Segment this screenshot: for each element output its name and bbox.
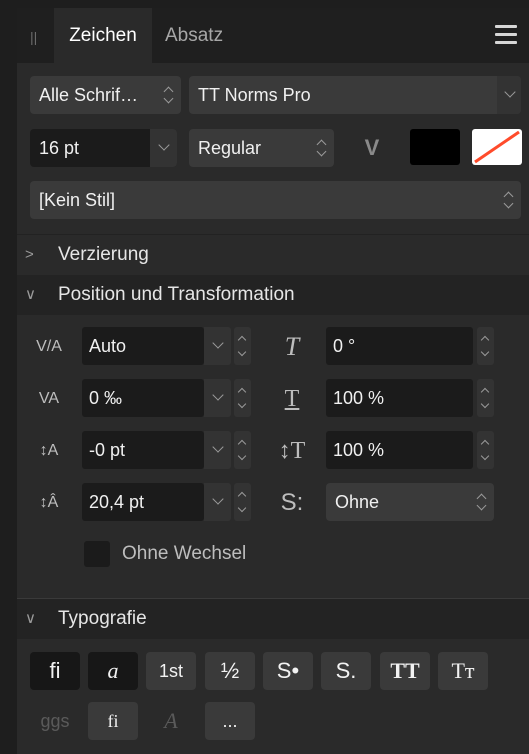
chevron-down-icon: ∨ (25, 286, 36, 303)
panel-menu-icon[interactable] (495, 25, 517, 45)
vertical-scale-stepper[interactable] (477, 431, 494, 469)
section-verzierung-label: Verzierung (58, 244, 149, 265)
swash-button[interactable]: A (146, 702, 196, 740)
section-verzierung[interactable]: > Verzierung (17, 234, 529, 275)
fractions-label: ½ (220, 658, 240, 683)
text-style-select[interactable]: [Kein Stil] (30, 181, 521, 219)
chevron-right-icon: > (25, 246, 34, 263)
section-typografie-label: Typografie (58, 608, 147, 629)
vertical-scale-value: 100 % (333, 440, 385, 460)
swash-label: A (164, 708, 178, 733)
chevron-down-icon (212, 337, 224, 349)
small-caps-button[interactable]: Tт (438, 652, 488, 690)
chevron-down-icon (212, 493, 224, 505)
kerning-stepper[interactable] (234, 327, 251, 365)
kerning-icon: V/A (36, 338, 62, 355)
ligatures-label: fi (49, 658, 61, 683)
leading-field[interactable]: 20,4 pt (82, 483, 204, 521)
font-size-value: 16 pt (39, 138, 80, 158)
baseline-shift-stepper[interactable] (234, 431, 251, 469)
spacing-select[interactable]: Ohne (326, 483, 494, 521)
font-collection-value: Alle Schrif… (39, 85, 139, 105)
baseline-shift-icon: ↕A (39, 442, 59, 459)
panel-grip-icon[interactable]: || (30, 28, 42, 46)
superscript-button[interactable]: S• (263, 652, 313, 690)
tab-bar: || Zeichen Absatz (17, 8, 529, 63)
shear-icon: T (284, 332, 300, 361)
no-color-icon (474, 130, 520, 164)
tracking-stepper[interactable] (234, 379, 251, 417)
updown-icon (476, 493, 486, 511)
tab-zeichen[interactable]: Zeichen (54, 8, 152, 63)
leading-stepper[interactable] (234, 483, 251, 521)
ligatures-button[interactable]: fi (30, 652, 80, 690)
contextual-alternates-button[interactable]: fi (88, 702, 138, 740)
font-style-value: Regular (198, 138, 262, 158)
baseline-shift-field[interactable]: -0 pt (82, 431, 204, 469)
stylistic-alternates-button[interactable]: ggs (30, 702, 80, 740)
more-options-button[interactable]: ... (205, 702, 255, 740)
updown-icon (316, 139, 326, 157)
font-collection-select[interactable]: Alle Schrif… (30, 76, 181, 114)
horizontal-scale-field[interactable]: 100 % (326, 379, 473, 417)
character-panel: || Zeichen Absatz Alle Schrif… TT Norms … (17, 8, 529, 754)
shear-stepper[interactable] (477, 327, 494, 365)
vertical-scale-field[interactable]: 100 % (326, 431, 473, 469)
horizontal-scale-stepper[interactable] (477, 379, 494, 417)
fractions-button[interactable]: ½ (205, 652, 255, 690)
tracking-icon: VA (38, 390, 60, 407)
kerning-dropdown[interactable] (204, 327, 231, 365)
all-caps-button[interactable]: TT (380, 652, 430, 690)
small-caps-label: Tт (451, 658, 475, 683)
discretionary-ligatures-button[interactable]: a (88, 652, 138, 690)
shear-field[interactable]: 0 ° (326, 327, 473, 365)
contextual-alternates-label: fi (107, 711, 119, 731)
horizontal-scale-value: 100 % (333, 388, 385, 408)
all-caps-label: TT (390, 658, 420, 683)
tracking-value: 0 ‰ (89, 388, 123, 408)
tab-absatz[interactable]: Absatz (165, 8, 223, 63)
leading-value: 20,4 pt (89, 492, 145, 512)
leading-dropdown[interactable] (204, 483, 231, 521)
section-position[interactable]: ∨ Position und Transformation (17, 275, 529, 315)
font-style-select[interactable]: Regular (189, 129, 334, 167)
subscript-button[interactable]: S. (321, 652, 371, 690)
section-position-label: Position und Transformation (58, 284, 295, 305)
ohne-wechsel-label: Ohne Wechsel (122, 543, 247, 564)
tracking-dropdown[interactable] (204, 379, 231, 417)
ordinals-button[interactable]: 1st (146, 652, 196, 690)
chevron-down-icon: ∨ (25, 610, 36, 627)
discretionary-ligatures-label: a (107, 658, 119, 683)
baseline-shift-dropdown[interactable] (204, 431, 231, 469)
font-family-value: TT Norms Pro (198, 85, 311, 105)
updown-icon (163, 86, 173, 104)
variable-font-icon[interactable]: V (357, 129, 387, 167)
font-family-select[interactable]: TT Norms Pro (189, 76, 521, 114)
vertical-scale-icon: ↕T (278, 438, 306, 464)
tracking-field[interactable]: 0 ‰ (82, 379, 204, 417)
chevron-down-icon (212, 389, 224, 401)
kerning-value: Auto (89, 336, 127, 356)
stroke-color-swatch[interactable] (472, 129, 522, 165)
shear-value: 0 ° (333, 336, 356, 356)
section-typografie[interactable]: ∨ Typografie (17, 598, 529, 639)
spacing-icon: S: (280, 489, 304, 516)
text-style-value: [Kein Stil] (39, 190, 116, 210)
ohne-wechsel-checkbox[interactable] (84, 541, 110, 567)
spacing-value: Ohne (335, 492, 380, 512)
more-options-label: ... (222, 711, 238, 731)
leading-icon: ↕Â (39, 494, 59, 511)
ordinals-label: 1st (158, 661, 183, 681)
chevron-down-icon (212, 441, 224, 453)
superscript-label: S• (276, 658, 300, 683)
kerning-field[interactable]: Auto (82, 327, 204, 365)
fill-color-swatch[interactable] (410, 129, 460, 165)
font-size-field[interactable]: 16 pt (30, 129, 177, 167)
updown-icon (503, 191, 513, 209)
subscript-label: S. (335, 658, 357, 683)
horizontal-scale-icon: T (284, 386, 300, 412)
baseline-shift-value: -0 pt (89, 440, 126, 460)
stylistic-alternates-label: ggs (40, 711, 70, 731)
